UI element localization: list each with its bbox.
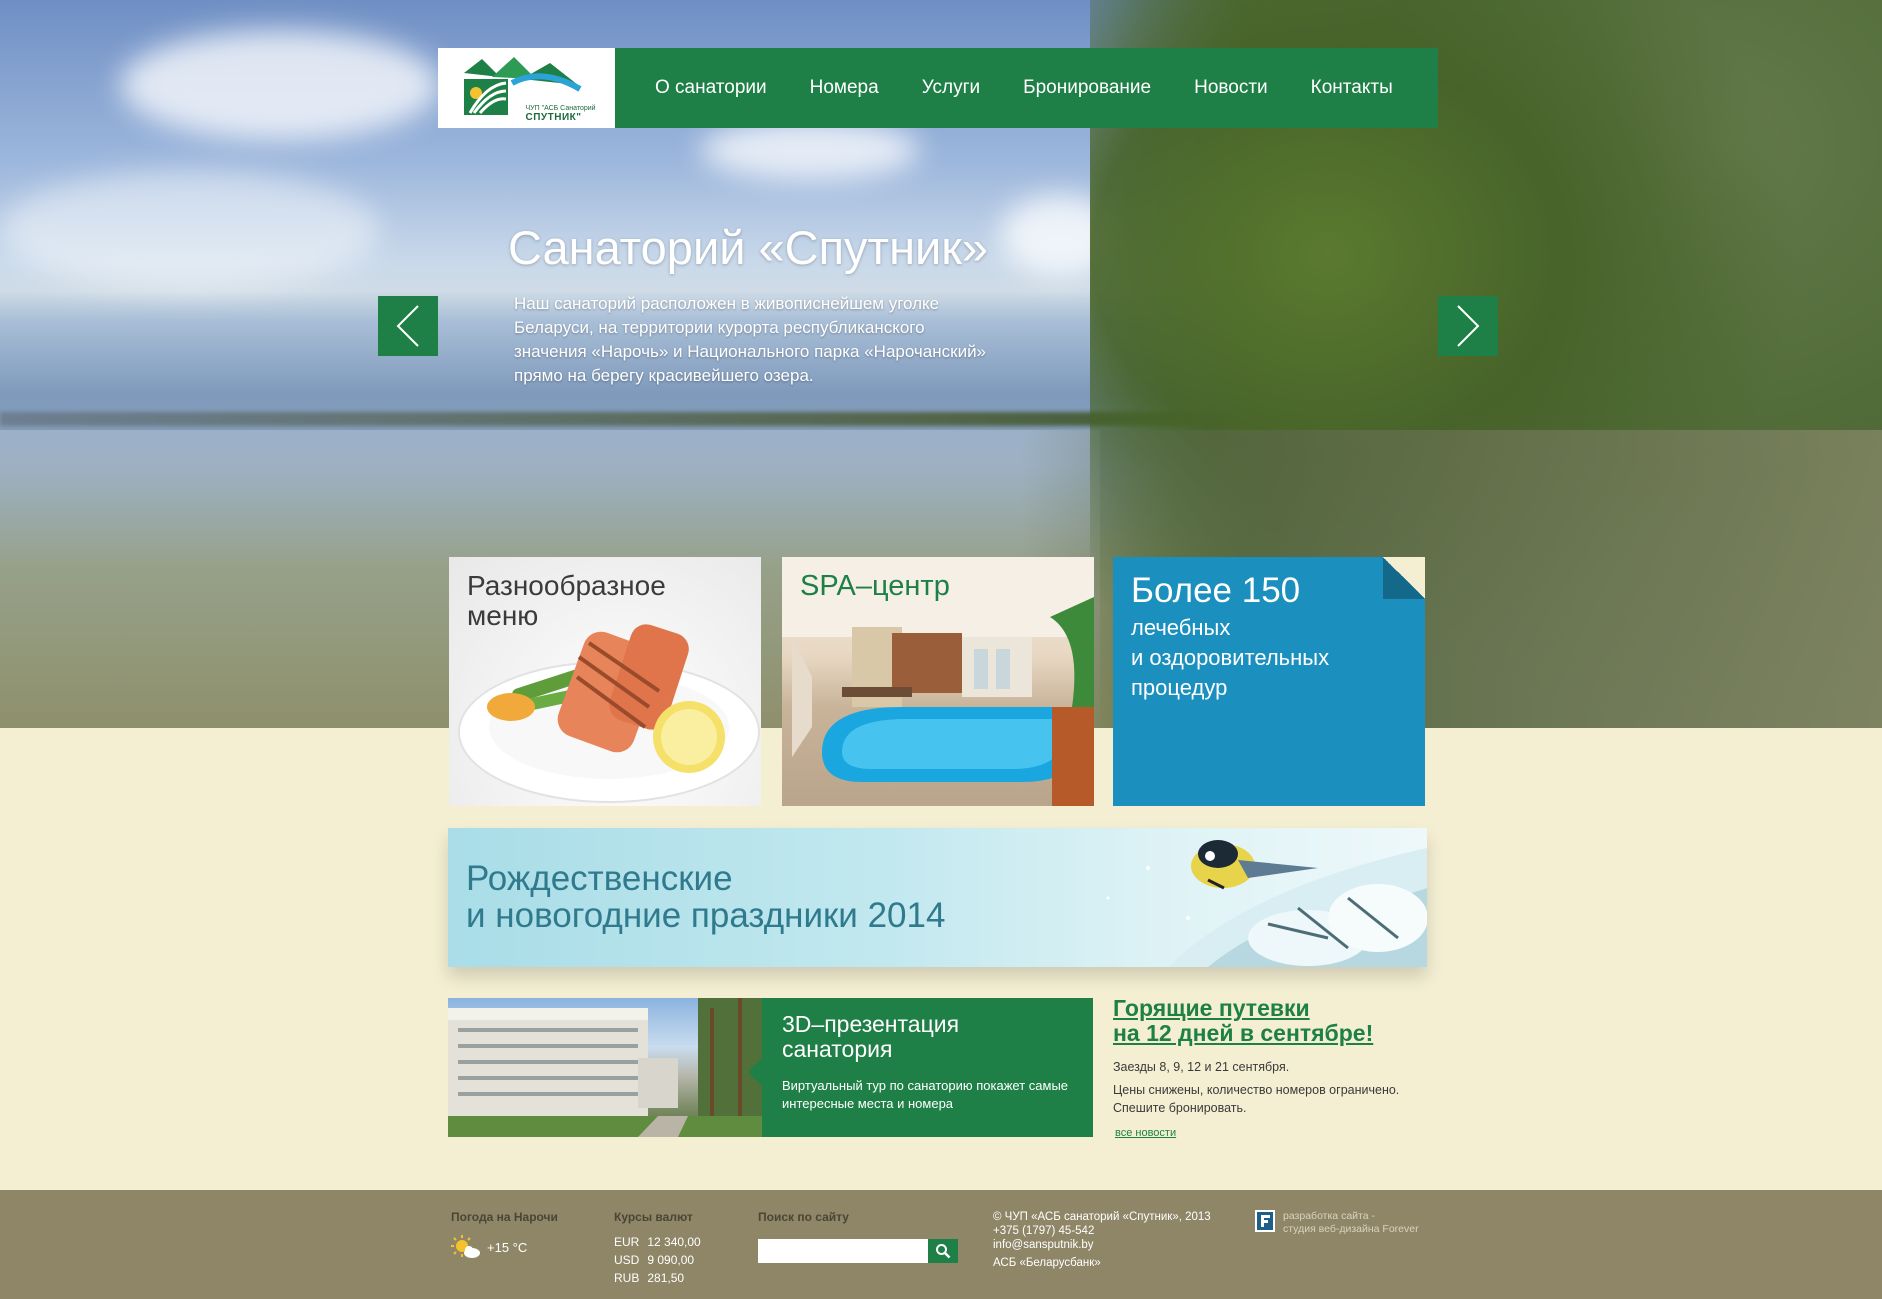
rate-row: USD 9 090,00 xyxy=(614,1252,709,1270)
rate-value: 12 340,00 xyxy=(647,1235,701,1249)
news-title-line: на 12 дней в сентябре! xyxy=(1113,1020,1374,1046)
site-search: Поиск по сайту xyxy=(758,1210,958,1263)
bank-name: АСБ «Беларусбанк» xyxy=(993,1257,1101,1269)
news-title-link[interactable]: Горящие путевки на 12 дней в сентябре! xyxy=(1113,996,1433,1046)
logo-mark: ЧУП "АСБ Санаторий СПУТНИК" xyxy=(452,55,602,123)
cloud xyxy=(0,170,380,290)
footer-contacts: © ЧУП «АСБ санаторий «Спутник», 2013 +37… xyxy=(993,1210,1211,1270)
news-title-line: Горящие путевки xyxy=(1113,995,1310,1021)
news-block: Горящие путевки на 12 дней в сентябре! З… xyxy=(1113,996,1433,1141)
banner-title: Рождественские и новогодние праздники 20… xyxy=(466,860,945,934)
phone: +375 (1797) 45-542 xyxy=(993,1225,1095,1237)
procedures-count: Более 150 xyxy=(1131,571,1301,610)
logo-name: СПУТНИК" xyxy=(525,112,582,123)
rates-title: Курсы валют xyxy=(614,1210,693,1224)
rate-row: EUR 12 340,00 xyxy=(614,1234,709,1252)
procedures-caption-line: лечебных xyxy=(1131,615,1231,640)
weather-row: +15 °С xyxy=(451,1234,558,1260)
logo[interactable]: ЧУП "АСБ Санаторий СПУТНИК" xyxy=(438,48,615,128)
building-photo xyxy=(448,998,762,1137)
email[interactable]: info@sansputnik.by xyxy=(993,1238,1211,1252)
cloud xyxy=(120,30,440,140)
nav-about[interactable]: О санатории xyxy=(655,77,767,99)
developer-text-line: разработка сайта - xyxy=(1283,1210,1375,1222)
procedures-caption-line: и оздоровительных xyxy=(1131,645,1330,670)
3d-presentation-text: Виртуальный тур по санаторию покажет сам… xyxy=(782,1078,1069,1111)
main-nav: О санатории Номера Услуги Бронирование Н… xyxy=(615,48,1438,128)
news-text: Цены снижены, количество номеров огранич… xyxy=(1113,1083,1400,1097)
search-box xyxy=(758,1239,958,1263)
search-input[interactable] xyxy=(758,1239,928,1263)
news-text: Спешите бронировать. xyxy=(1113,1101,1247,1115)
search-button[interactable] xyxy=(928,1239,958,1263)
spa-tile-title: SPA–центр xyxy=(800,570,950,602)
weather-widget: Погода на Нарочи +15 °С xyxy=(451,1210,558,1260)
banner-title-line: Рождественские xyxy=(466,859,733,898)
rate-code: RUB xyxy=(614,1271,640,1285)
banner-title-line: и новогодние праздники 2014 xyxy=(466,896,946,935)
currency-rates: Курсы валют EUR 12 340,00 USD 9 090,00 R… xyxy=(614,1210,709,1288)
3d-presentation-title-line: санатория xyxy=(782,1036,893,1062)
menu-tile-title: Разнообразное меню xyxy=(467,571,666,631)
rate-code: EUR xyxy=(614,1235,640,1249)
logo-subtitle: ЧУП "АСБ Санаторий xyxy=(525,105,596,112)
chevron-right-icon xyxy=(1457,305,1480,347)
menu-tile-title-line: Разнообразное xyxy=(467,570,666,601)
copyright: © ЧУП «АСБ санаторий «Спутник», 2013 xyxy=(993,1211,1211,1223)
3d-presentation-title-line: 3D–презентация xyxy=(782,1011,960,1037)
forever-studio-logo-icon xyxy=(1255,1210,1275,1232)
search-title: Поиск по сайту xyxy=(758,1210,849,1224)
folded-corner xyxy=(1383,557,1425,599)
chevron-left-icon xyxy=(396,305,419,347)
slider-prev-button[interactable] xyxy=(378,296,438,356)
procedures-caption: лечебных и оздоровительных процедур xyxy=(1131,613,1411,703)
rate-value: 281,50 xyxy=(647,1271,685,1285)
developer-text: разработка сайта - студия веб-дизайна Fo… xyxy=(1283,1210,1433,1236)
news-dates: Заезды 8, 9, 12 и 21 сентября. xyxy=(1113,1060,1290,1074)
3d-presentation-box[interactable]: 3D–презентация санатория Виртуальный тур… xyxy=(748,998,1093,1137)
3d-presentation-title: 3D–презентация санатория xyxy=(782,1012,959,1062)
rates-table: EUR 12 340,00 USD 9 090,00 RUB 281,50 xyxy=(614,1234,709,1288)
procedures-tile[interactable]: Более 150 лечебных и оздоровительных про… xyxy=(1113,557,1425,806)
nav-services[interactable]: Услуги xyxy=(922,77,980,99)
rate-value: 9 090,00 xyxy=(647,1253,695,1267)
all-news-link[interactable]: все новости xyxy=(1115,1127,1176,1139)
slider-next-button[interactable] xyxy=(1438,296,1498,356)
hero-text: Наш санаторий расположен в живописнейшем… xyxy=(514,294,987,385)
procedures-caption-line: процедур xyxy=(1131,675,1228,700)
weather-temperature: +15 °С xyxy=(487,1239,528,1255)
weather-title: Погода на Нарочи xyxy=(451,1210,558,1224)
developer-credit[interactable]: разработка сайта - студия веб-дизайна Fo… xyxy=(1255,1210,1433,1236)
developer-text-line: студия веб-дизайна Forever xyxy=(1283,1223,1419,1235)
nav-booking[interactable]: Бронирование xyxy=(1023,77,1151,99)
sanatorium-building-image[interactable] xyxy=(448,998,762,1137)
nav-news[interactable]: Новости xyxy=(1194,77,1268,99)
rate-row: RUB 281,50 xyxy=(614,1270,709,1288)
menu-tile[interactable]: Разнообразное меню xyxy=(449,557,761,806)
spa-tile[interactable]: SPA–центр xyxy=(782,557,1094,806)
menu-tile-title-line: меню xyxy=(467,600,539,631)
sun-cloud-icon xyxy=(451,1235,480,1258)
rate-code: USD xyxy=(614,1253,640,1267)
search-icon xyxy=(936,1244,951,1259)
cloud xyxy=(700,120,920,180)
nav-rooms[interactable]: Номера xyxy=(810,77,879,99)
nav-contacts[interactable]: Контакты xyxy=(1311,77,1393,99)
holidays-banner[interactable]: Рождественские и новогодние праздники 20… xyxy=(448,828,1427,967)
hero-title: Санаторий «Спутник» xyxy=(508,221,988,274)
